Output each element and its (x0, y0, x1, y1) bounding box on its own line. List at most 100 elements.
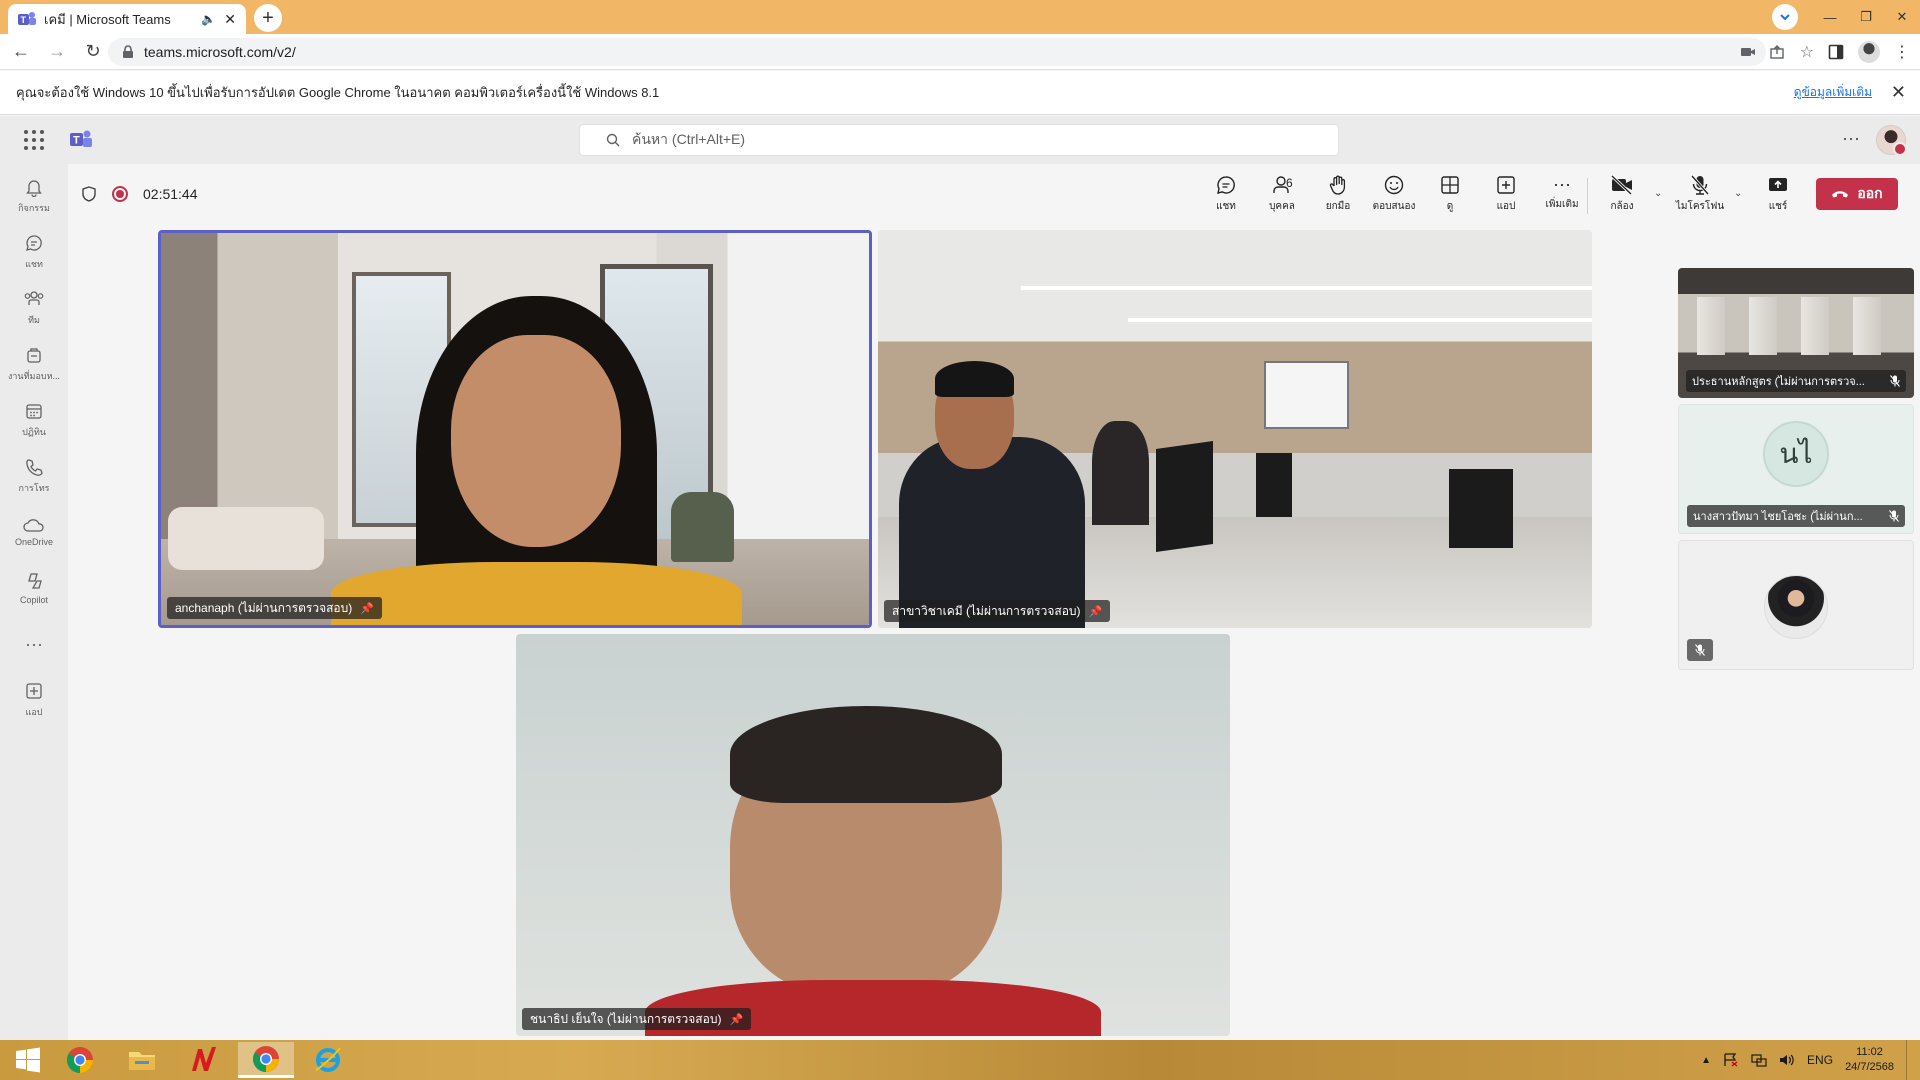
show-desktop-button[interactable] (1906, 1040, 1912, 1080)
start-button[interactable] (0, 1042, 56, 1078)
settings-more-icon[interactable]: ··· (1842, 128, 1860, 149)
people-label: บุคคล (1269, 201, 1295, 212)
hang-up-icon (1832, 191, 1849, 198)
leave-button[interactable]: ออก (1816, 178, 1898, 210)
volume-icon[interactable] (1779, 1053, 1795, 1067)
speaker-icon[interactable]: 🔈 (201, 12, 216, 26)
learn-more-link[interactable]: ดูข้อมูลเพิ่มเติม (1794, 83, 1872, 102)
camera-button[interactable]: กล้อง (1594, 174, 1650, 220)
user-avatar[interactable] (1876, 125, 1907, 156)
app-launcher-icon[interactable] (24, 130, 44, 150)
gallery-tile-pattama[interactable]: นไ นางสาวปัทมา ไชยโอชะ (ไม่ผ่านก... (1678, 404, 1914, 534)
more-icon: ··· (1553, 174, 1571, 194)
red-n-app-icon (192, 1047, 216, 1071)
gallery-tile-photo-participant[interactable] (1678, 540, 1914, 670)
rail-item-onedrive[interactable]: OneDrive (0, 506, 68, 558)
bell-icon (26, 180, 42, 197)
chat-button[interactable]: แชท (1198, 174, 1254, 220)
apps-button[interactable]: แอป (1478, 174, 1534, 220)
participant-name-tag: สาขาวิชาเคมี (ไม่ผ่านการตรวจสอบ) 📌 (884, 600, 1111, 622)
rail-item-calls[interactable]: การโทร (0, 450, 68, 502)
rail-item-assignments[interactable]: งานที่มอบห... (0, 338, 68, 390)
network-icon[interactable] (1751, 1053, 1767, 1067)
taskbar-clock[interactable]: 11:02 24/7/2568 (1845, 1045, 1894, 1075)
tab-search-button[interactable] (1772, 4, 1798, 30)
minimize-window-button[interactable]: — (1812, 0, 1848, 34)
rail-item-more[interactable]: ··· (0, 618, 68, 670)
browser-tab[interactable]: T เคมี | Microsoft Teams 🔈 ✕ (8, 4, 246, 34)
view-button[interactable]: ดู (1422, 174, 1478, 220)
clock-date: 24/7/2568 (1845, 1061, 1894, 1073)
shield-icon[interactable] (82, 186, 96, 202)
rail-item-teams[interactable]: ทีม (0, 282, 68, 334)
participant-name: ประธานหลักสูตร (ไม่ผ่านการตรวจ... (1692, 376, 1865, 388)
taskbar-internet-explorer[interactable] (300, 1042, 356, 1078)
restore-window-button[interactable]: ❐ (1848, 0, 1884, 34)
raise-hand-button[interactable]: ยกมือ (1310, 174, 1366, 220)
rail-item-copilot[interactable]: Copilot (0, 562, 68, 614)
forward-button[interactable]: → (42, 37, 72, 67)
close-window-button[interactable]: ✕ (1884, 0, 1920, 34)
share-button[interactable]: แชร์ (1750, 174, 1806, 220)
rail-item-chat[interactable]: แชท (0, 226, 68, 278)
computer-monitor (1156, 440, 1214, 553)
site-info-icon[interactable] (122, 45, 134, 59)
action-center-flag-icon[interactable] (1723, 1053, 1739, 1067)
folder-icon (129, 1052, 155, 1070)
mic-options-chevron-icon[interactable]: ⌄ (1734, 188, 1742, 199)
react-label: ตอบสนอง (1372, 201, 1416, 212)
participant-name: นางสาวปัทมา ไชยโอชะ (ไม่ผ่านก... (1693, 511, 1863, 523)
gallery-tile-program-chair[interactable]: ประธานหลักสูตร (ไม่ผ่านการตรวจ... (1678, 268, 1914, 398)
background-curtain (1748, 296, 1778, 356)
video-tile-anchanaph[interactable]: anchanaph (ไม่ผ่านการตรวจสอบ) 📌 (158, 230, 872, 628)
mic-label: ไมโครโฟน (1675, 201, 1725, 212)
back-button[interactable]: ← (6, 37, 36, 67)
tray-overflow-chevron-icon[interactable]: ▲ (1701, 1055, 1711, 1066)
windows-logo-icon (16, 1047, 40, 1073)
chat-icon (26, 235, 42, 251)
rail-item-apps[interactable]: แอป (0, 674, 68, 726)
svg-text:T: T (73, 135, 80, 147)
camera-options-chevron-icon[interactable]: ⌄ (1654, 188, 1662, 199)
close-tab-icon[interactable]: ✕ (224, 11, 236, 28)
reload-button[interactable]: ↻ (78, 37, 108, 67)
teams-search-box[interactable]: ค้นหา (Ctrl+Alt+E) (579, 124, 1339, 156)
video-tile-chemistry-dept[interactable]: สาขาวิชาเคมี (ไม่ผ่านการตรวจสอบ) 📌 (878, 230, 1592, 628)
camera-blocked-icon[interactable] (1740, 45, 1756, 59)
more-button[interactable]: ··· เพิ่มเติม (1534, 174, 1590, 220)
video-tile-chanathip[interactable]: ชนาธิป เย็นใจ (ไม่ผ่านการตรวจสอบ) 📌 (516, 634, 1230, 1036)
pin-icon[interactable]: 📌 (729, 1013, 743, 1026)
teams-logo-icon: T (70, 130, 92, 147)
grid-view-icon (1441, 176, 1459, 194)
close-infobar-icon[interactable]: ✕ (1891, 82, 1906, 103)
computer-monitor (1256, 452, 1293, 517)
rail-item-calendar[interactable]: ปฏิทิน (0, 394, 68, 446)
bookmark-star-icon[interactable]: ☆ (1800, 42, 1814, 62)
address-bar[interactable]: teams.microsoft.com/v2/ (108, 38, 1766, 66)
copilot-icon (28, 573, 42, 589)
mic-button[interactable]: ไมโครโฟน (1672, 174, 1728, 220)
profile-avatar[interactable] (1858, 41, 1880, 63)
taskbar-chrome[interactable] (52, 1042, 108, 1078)
taskbar-chrome-active[interactable] (238, 1042, 294, 1078)
chrome-icon (67, 1047, 93, 1073)
rail-item-activity[interactable]: กิจกรรม (0, 170, 68, 222)
react-button[interactable]: ตอบสนอง (1366, 174, 1422, 220)
pin-icon[interactable]: 📌 (360, 602, 374, 615)
mic-off-icon (1695, 644, 1705, 656)
new-tab-button[interactable]: + (254, 4, 282, 32)
input-language[interactable]: ENG (1807, 1053, 1833, 1067)
app-rail: กิจกรรม แชท ทีม งานที่มอบห... ปฏิทิน การ… (0, 164, 68, 1040)
chat-label: แชท (1216, 201, 1236, 212)
recording-indicator-icon (112, 186, 128, 202)
taskbar-app-n[interactable] (176, 1042, 232, 1078)
camera-off-icon (1610, 174, 1633, 196)
taskbar-file-explorer[interactable] (114, 1042, 170, 1078)
pin-icon[interactable]: 📌 (1089, 605, 1103, 618)
people-button[interactable]: 6 บุคคล (1254, 174, 1310, 220)
side-panel-icon[interactable] (1828, 44, 1844, 60)
share-page-icon[interactable] (1769, 45, 1786, 59)
background-curtain (1852, 296, 1881, 356)
toolbar-divider (1587, 178, 1588, 214)
chrome-menu-icon[interactable]: ⋮ (1894, 42, 1910, 62)
